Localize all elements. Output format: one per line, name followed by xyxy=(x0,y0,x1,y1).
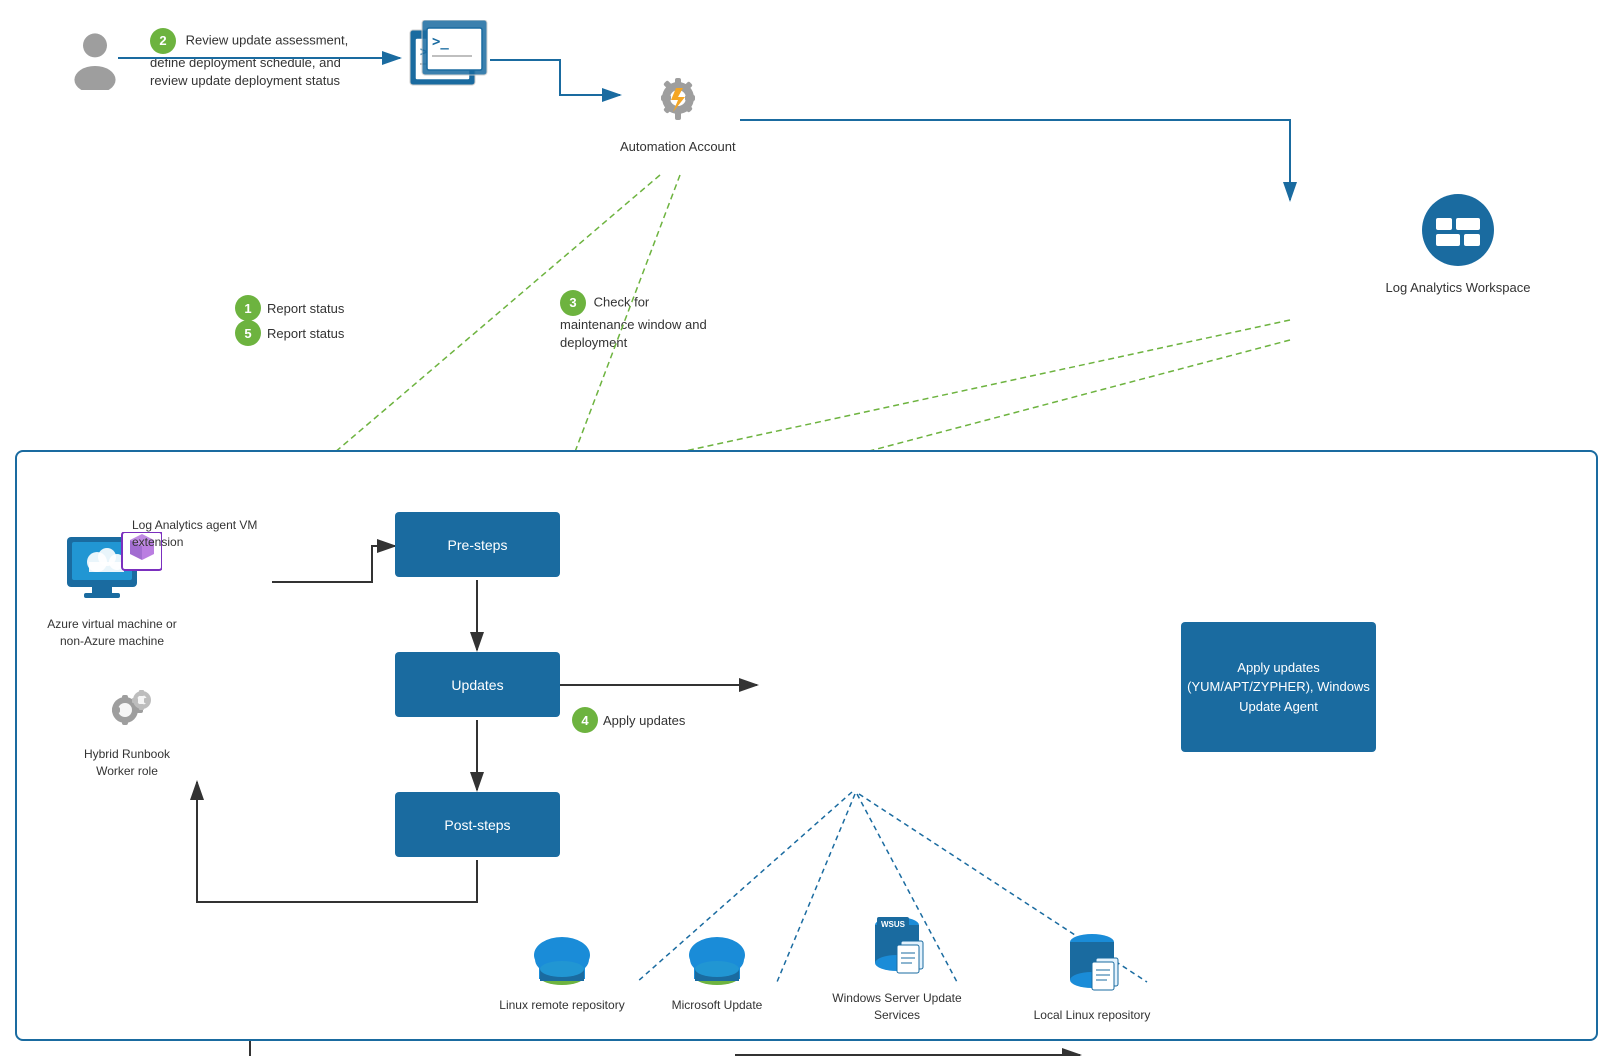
step2-circle: 2 xyxy=(150,28,176,54)
automation-account: Automation Account xyxy=(620,60,736,154)
apply-updates-box: Apply updates (YUM/APT/ZYPHER), Windows … xyxy=(1181,622,1376,752)
azure-vm-label: Azure virtual machine or non-Azure machi… xyxy=(47,616,177,650)
hybrid-runbook-label: Hybrid Runbook Worker role xyxy=(67,746,187,780)
microsoft-update-item: Microsoft Update xyxy=(657,927,777,1014)
bottom-section: Azure virtual machine or non-Azure machi… xyxy=(15,450,1598,1041)
step3-circle: 3 xyxy=(560,290,586,316)
step1-text: Report status xyxy=(267,301,344,316)
hybrid-runbook-icon: Hybrid Runbook Worker role xyxy=(67,682,187,780)
user-icon xyxy=(60,30,130,95)
log-analytics-label: Log Analytics Workspace xyxy=(1383,279,1533,297)
automation-account-label: Automation Account xyxy=(620,139,736,154)
step5-circle: 5 xyxy=(235,320,261,346)
wsus-label: Windows Server Update Services xyxy=(827,990,967,1024)
step5-label: 5 Report status xyxy=(235,320,344,346)
updates-label: Updates xyxy=(451,677,503,693)
step3-label: 3 Check for maintenance window and deplo… xyxy=(560,290,720,352)
step2-label: 2 Review update assessment, define deplo… xyxy=(150,28,350,90)
step2-text: Review update assessment, define deploym… xyxy=(150,32,348,88)
step4-circle: 4 xyxy=(572,707,598,733)
step1-label: 1 Report status xyxy=(235,295,344,321)
poststeps-box: Post-steps xyxy=(395,792,560,857)
apply-updates-label: Apply updates (YUM/APT/ZYPHER), Windows … xyxy=(1181,658,1376,717)
step4-label: 4 Apply updates xyxy=(572,707,685,733)
presteps-box: Pre-steps xyxy=(395,512,560,577)
linux-repo-item: Linux remote repository xyxy=(497,927,627,1014)
la-agent-label: Log Analytics agent VM extension xyxy=(132,517,262,551)
svg-text:>_: >_ xyxy=(432,34,449,50)
microsoft-update-label: Microsoft Update xyxy=(657,997,777,1014)
local-linux-repo-item: Local Linux repository xyxy=(1027,922,1157,1024)
poststeps-label: Post-steps xyxy=(444,817,510,833)
step5-text: Report status xyxy=(267,326,344,341)
svg-text:WSUS: WSUS xyxy=(881,920,906,929)
step1-circle: 1 xyxy=(235,295,261,321)
updates-box: Updates xyxy=(395,652,560,717)
portal-icon: >_ >_ xyxy=(400,20,490,100)
local-linux-repo-label: Local Linux repository xyxy=(1027,1007,1157,1024)
step4-text: Apply updates xyxy=(603,713,685,728)
wsus-item: WSUS Windows Server Update Services xyxy=(827,905,967,1024)
linux-repo-label: Linux remote repository xyxy=(497,997,627,1014)
diagram-container: 2 Review update assessment, define deplo… xyxy=(0,0,1613,1056)
log-analytics-workspace: Log Analytics Workspace xyxy=(1383,190,1533,297)
presteps-label: Pre-steps xyxy=(448,537,508,553)
